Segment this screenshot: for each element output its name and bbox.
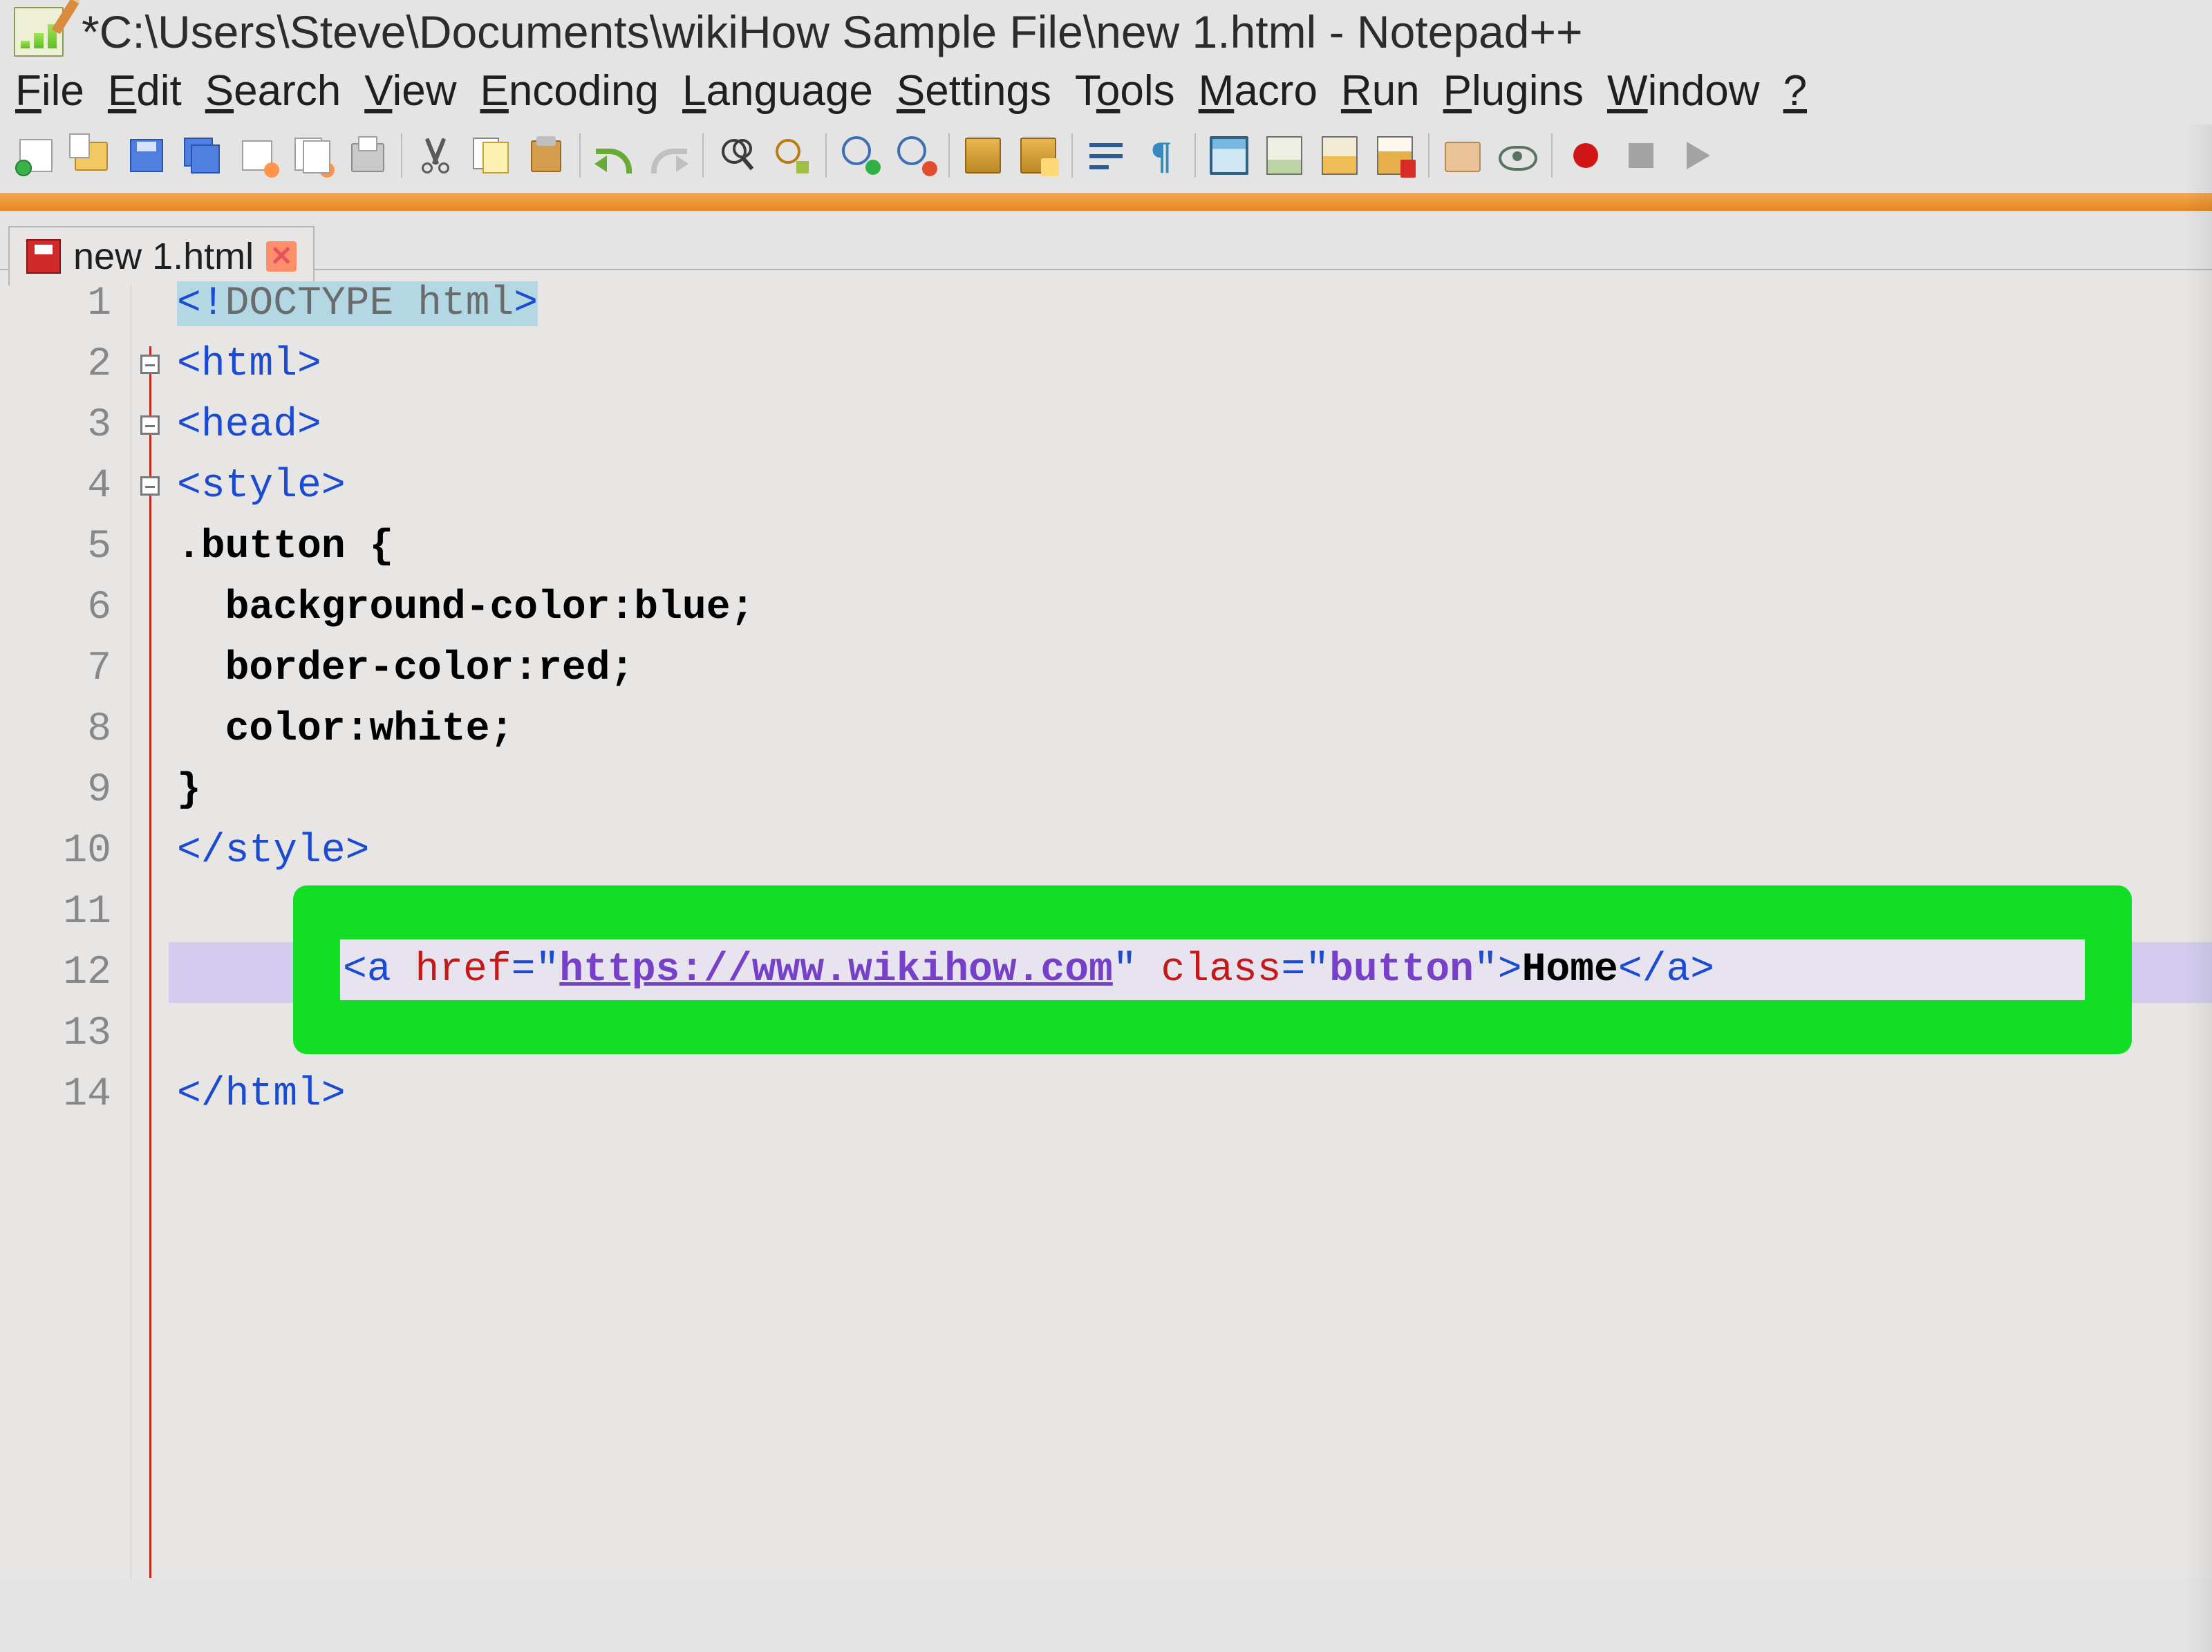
- fold-gutter: [131, 270, 169, 1578]
- find-replace-button[interactable]: [767, 131, 817, 180]
- show-symbols-button[interactable]: ¶: [1136, 131, 1186, 180]
- toolbar-separator: [579, 133, 581, 178]
- copy-button[interactable]: [466, 131, 516, 180]
- line-number: 8: [0, 699, 131, 760]
- toolbar-separator: [825, 133, 827, 178]
- line-number: 14: [0, 1064, 131, 1125]
- code-line[interactable]: </style>: [169, 820, 2212, 881]
- sync-v-button[interactable]: [958, 131, 1008, 180]
- code-line[interactable]: .button {: [169, 516, 2212, 577]
- line-number: 7: [0, 638, 131, 699]
- save-all-button[interactable]: [177, 131, 227, 180]
- code-line[interactable]: }: [169, 760, 2212, 820]
- tab-strip: new 1.html ✕: [0, 193, 2212, 269]
- code-line[interactable]: <head>: [169, 395, 2212, 456]
- redo-button[interactable]: [644, 131, 694, 180]
- monitoring-button[interactable]: [1493, 131, 1543, 180]
- line-number: 12: [0, 942, 131, 1003]
- menu-plugins[interactable]: Plugins: [1443, 66, 1584, 115]
- play-macro-button[interactable]: [1671, 131, 1721, 180]
- line-number: 6: [0, 577, 131, 638]
- cut-button[interactable]: [411, 131, 460, 180]
- line-number: 10: [0, 820, 131, 881]
- menu-macro[interactable]: Macro: [1199, 66, 1318, 115]
- line-number: 11: [0, 881, 131, 942]
- paste-button[interactable]: [521, 131, 571, 180]
- menu-search[interactable]: Search: [205, 66, 341, 115]
- sync-h-button[interactable]: [1013, 131, 1063, 180]
- function-list-button[interactable]: [1259, 131, 1309, 180]
- toolbar-separator: [702, 133, 704, 178]
- window-title: *C:\Users\Steve\Documents\wikiHow Sample…: [82, 6, 1583, 58]
- new-file-button[interactable]: [11, 131, 61, 180]
- code-line[interactable]: background-color:blue;: [169, 577, 2212, 638]
- line-number-gutter: 1 2 3 4 5 6 7 8 9 10 11 12 13 14: [0, 270, 131, 1578]
- zoom-in-button[interactable]: [835, 131, 885, 180]
- code-line-highlighted[interactable]: <a href="https://www.wikihow.com" class=…: [340, 939, 2085, 1000]
- menu-help[interactable]: ?: [1783, 66, 1807, 115]
- folder-workspace-button[interactable]: [1438, 131, 1488, 180]
- line-number: 2: [0, 334, 131, 395]
- doc-switcher-button[interactable]: [1370, 131, 1420, 180]
- menu-edit[interactable]: Edit: [108, 66, 182, 115]
- menu-settings[interactable]: Settings: [897, 66, 1051, 115]
- menu-view[interactable]: View: [364, 66, 456, 115]
- right-edge-shadow: [2184, 124, 2212, 1652]
- line-number: 9: [0, 760, 131, 820]
- menu-window[interactable]: Window: [1607, 66, 1760, 115]
- toolbar-separator: [1428, 133, 1430, 178]
- doc-map-button[interactable]: [1315, 131, 1365, 180]
- unsaved-indicator-icon: [26, 239, 61, 274]
- menu-encoding[interactable]: Encoding: [480, 66, 659, 115]
- fold-toggle-icon[interactable]: [140, 355, 160, 374]
- fold-toggle-icon[interactable]: [140, 415, 160, 435]
- zoom-out-button[interactable]: [890, 131, 940, 180]
- editor: 1 2 3 4 5 6 7 8 9 10 11 12 13 14 <!DOCTY…: [0, 269, 2212, 1578]
- find-button[interactable]: [712, 131, 762, 180]
- stop-macro-button[interactable]: [1616, 131, 1666, 180]
- word-wrap-button[interactable]: [1081, 131, 1131, 180]
- close-all-button[interactable]: [288, 131, 337, 180]
- code-line[interactable]: border-color:red;: [169, 638, 2212, 699]
- record-macro-button[interactable]: [1561, 131, 1611, 180]
- code-line[interactable]: [169, 881, 2212, 942]
- code-line[interactable]: <!DOCTYPE html>: [169, 273, 2212, 334]
- line-number: 4: [0, 456, 131, 516]
- toolbar-separator: [1551, 133, 1553, 178]
- save-button[interactable]: [122, 131, 171, 180]
- line-number: 3: [0, 395, 131, 456]
- menu-tools[interactable]: Tools: [1075, 66, 1175, 115]
- code-line[interactable]: <html>: [169, 334, 2212, 395]
- toolbar-separator: [1071, 133, 1073, 178]
- menu-bar: File Edit Search View Encoding Language …: [0, 66, 2212, 128]
- toolbar-separator: [1194, 133, 1196, 178]
- menu-language[interactable]: Language: [682, 66, 873, 115]
- code-line[interactable]: color:white;: [169, 699, 2212, 760]
- toolbar-separator: [401, 133, 402, 178]
- title-bar: *C:\Users\Steve\Documents\wikiHow Sample…: [0, 0, 2212, 66]
- toolbar: ¶: [0, 128, 2212, 193]
- print-button[interactable]: [343, 131, 393, 180]
- fold-toggle-icon[interactable]: [140, 476, 160, 496]
- tab-close-icon[interactable]: ✕: [266, 241, 297, 272]
- toolbar-separator: [948, 133, 950, 178]
- code-line[interactable]: [169, 1003, 2212, 1064]
- line-number: 5: [0, 516, 131, 577]
- line-number: 13: [0, 1003, 131, 1064]
- indent-guide-button[interactable]: [1204, 131, 1254, 180]
- undo-button[interactable]: [589, 131, 639, 180]
- menu-file[interactable]: File: [15, 66, 84, 115]
- code-line[interactable]: <style>: [169, 456, 2212, 516]
- open-file-button[interactable]: [66, 131, 116, 180]
- code-line[interactable]: </html>: [169, 1064, 2212, 1125]
- close-button[interactable]: [232, 131, 282, 180]
- code-area[interactable]: <!DOCTYPE html> <html> <head> <style> .b…: [169, 270, 2212, 1578]
- app-icon: [14, 7, 64, 57]
- menu-run[interactable]: Run: [1341, 66, 1420, 115]
- tab-strip-accent: [0, 193, 2212, 211]
